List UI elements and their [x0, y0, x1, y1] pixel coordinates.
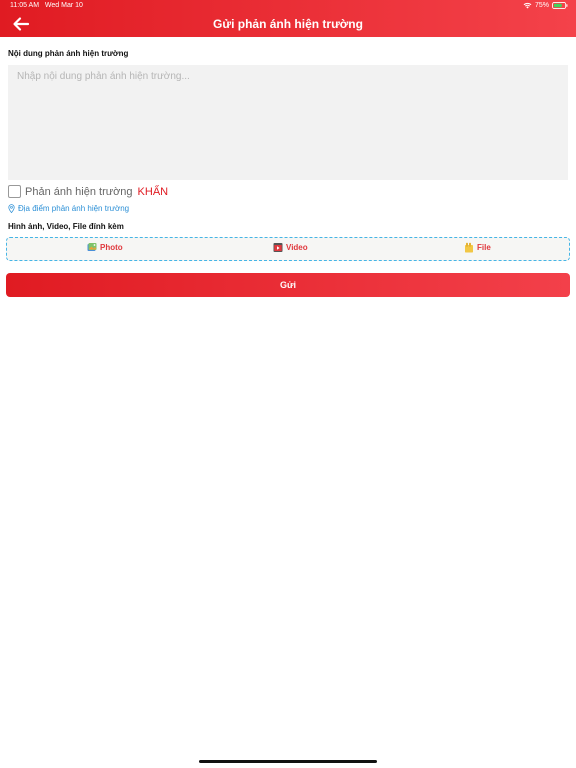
location-pin-icon — [8, 204, 15, 213]
photo-label: Photo — [100, 243, 123, 252]
photo-icon — [87, 243, 97, 251]
attachments-label: Hình ảnh, Video, File đính kèm — [8, 222, 124, 231]
file-button[interactable]: File — [464, 242, 491, 253]
urgent-row[interactable]: Phản ánh hiện trường KHẨN — [8, 185, 168, 198]
photo-button[interactable]: Photo — [87, 242, 123, 253]
location-link[interactable]: Địa điểm phản ánh hiện trường — [8, 204, 129, 213]
header-bar: 11:05 AM Wed Mar 10 75% Gửi phản ánh hiệ… — [0, 0, 576, 37]
send-button[interactable]: Gửi — [6, 273, 570, 297]
status-date-text: Wed Mar 10 — [44, 2, 83, 9]
file-label: File — [477, 243, 491, 252]
status-indicators: 75% — [523, 2, 568, 9]
video-button[interactable]: Video — [273, 242, 308, 253]
location-label: Địa điểm phản ánh hiện trường — [18, 204, 130, 213]
page-title: Gửi phản ánh hiện trường — [213, 17, 363, 31]
video-label: Video — [286, 243, 308, 252]
content-label: Nội dung phản ánh hiện trường — [8, 49, 129, 58]
video-icon — [273, 243, 283, 252]
status-time: 11:05 AM Wed Mar 10 — [10, 2, 83, 9]
home-indicator — [199, 760, 377, 763]
battery-icon — [552, 2, 568, 9]
urgent-checkbox[interactable] — [8, 185, 21, 198]
file-icon — [465, 242, 473, 253]
urgent-label: Phản ánh hiện trường — [25, 185, 133, 198]
status-time-text: 11:05 AM — [10, 2, 40, 9]
battery-percent: 75% — [534, 2, 549, 9]
wifi-icon — [523, 2, 532, 9]
urgent-keyword: KHẨN — [137, 185, 169, 198]
attachments-box: Photo Video File — [6, 237, 570, 261]
content-textarea[interactable]: Nhập nội dung phản ánh hiện trường... — [8, 65, 568, 180]
